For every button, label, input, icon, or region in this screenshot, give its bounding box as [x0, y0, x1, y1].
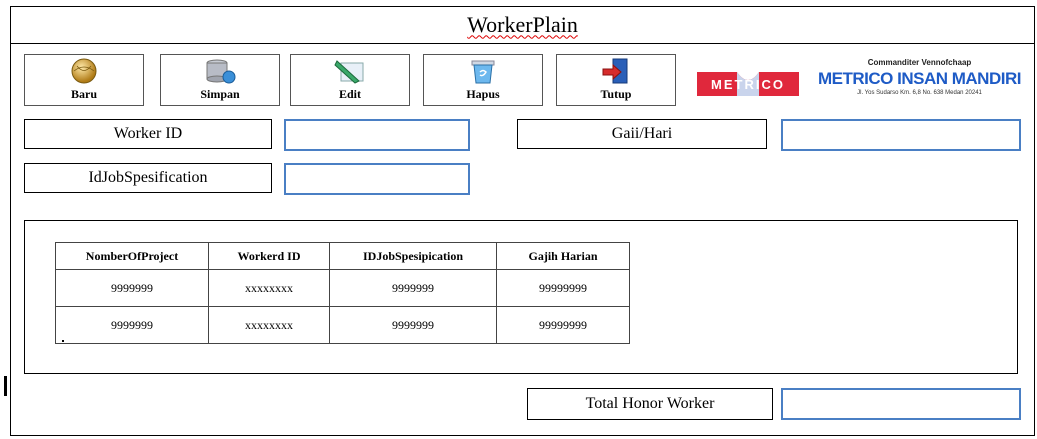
- simpan-button[interactable]: Simpan: [160, 54, 280, 106]
- simpan-label: Simpan: [200, 87, 240, 101]
- hapus-label: Hapus: [466, 87, 500, 101]
- tutup-button[interactable]: Tutup: [556, 54, 676, 106]
- exit-door-icon: [602, 58, 628, 84]
- tutup-label: Tutup: [600, 87, 632, 101]
- edit-label: Edit: [338, 87, 361, 101]
- table-cell[interactable]: 99999999: [496, 269, 630, 307]
- company-type: Commanditer Vennofchaap: [867, 58, 972, 67]
- edit-pencil-icon: [334, 60, 364, 84]
- column-header[interactable]: Workerd ID: [208, 242, 330, 270]
- text-cursor: [4, 376, 7, 396]
- table-cell[interactable]: xxxxxxxx: [208, 269, 330, 307]
- column-header[interactable]: NomberOfProject: [55, 242, 209, 270]
- grid-marker: [62, 340, 64, 342]
- globe-icon: [71, 58, 97, 84]
- column-header[interactable]: IDJobSpesipication: [329, 242, 497, 270]
- table-row[interactable]: 9999999 xxxxxxxx 9999999 99999999: [55, 306, 630, 344]
- table-cell[interactable]: 9999999: [329, 269, 497, 307]
- company-name: METRICO INSAN MANDIRI: [818, 69, 1021, 88]
- company-info: Commanditer Vennofchaap METRICO INSAN MA…: [812, 58, 1027, 96]
- table-cell[interactable]: 99999999: [496, 306, 630, 344]
- table-row[interactable]: 9999999 xxxxxxxx 9999999 99999999: [55, 269, 630, 307]
- table-cell[interactable]: 9999999: [55, 306, 209, 344]
- title-bar: WorkerPlain: [10, 6, 1035, 44]
- table-cell[interactable]: xxxxxxxx: [208, 306, 330, 344]
- metrico-logo: METRICO: [697, 68, 799, 100]
- recycle-bin-icon: [471, 60, 495, 84]
- table-cell[interactable]: 9999999: [55, 269, 209, 307]
- window-title: WorkerPlain: [467, 11, 578, 37]
- total-honor-input[interactable]: [781, 388, 1021, 420]
- gaji-hari-label: Gaii/Hari: [517, 119, 767, 149]
- worker-id-input[interactable]: [284, 119, 470, 151]
- baru-label: Baru: [70, 87, 97, 101]
- idjob-input[interactable]: [284, 163, 470, 195]
- gaji-hari-input[interactable]: [781, 119, 1021, 151]
- database-save-icon: [206, 59, 236, 84]
- baru-button[interactable]: Baru: [24, 54, 144, 106]
- idjob-label: IdJobSpesification: [24, 163, 272, 193]
- edit-button[interactable]: Edit: [290, 54, 410, 106]
- worker-id-label: Worker ID: [24, 119, 272, 149]
- worker-table[interactable]: NomberOfProject Workerd ID IDJobSpesipic…: [55, 242, 630, 344]
- total-honor-label: Total Honor Worker: [527, 388, 773, 420]
- logo-text: METRICO: [711, 77, 785, 92]
- hapus-button[interactable]: Hapus: [423, 54, 543, 106]
- table-cell[interactable]: 9999999: [329, 306, 497, 344]
- company-address: Jl. Yos Sudarso Km. 6,8 No. 638 Medan 20…: [857, 90, 982, 96]
- column-header[interactable]: Gajih Harian: [496, 242, 630, 270]
